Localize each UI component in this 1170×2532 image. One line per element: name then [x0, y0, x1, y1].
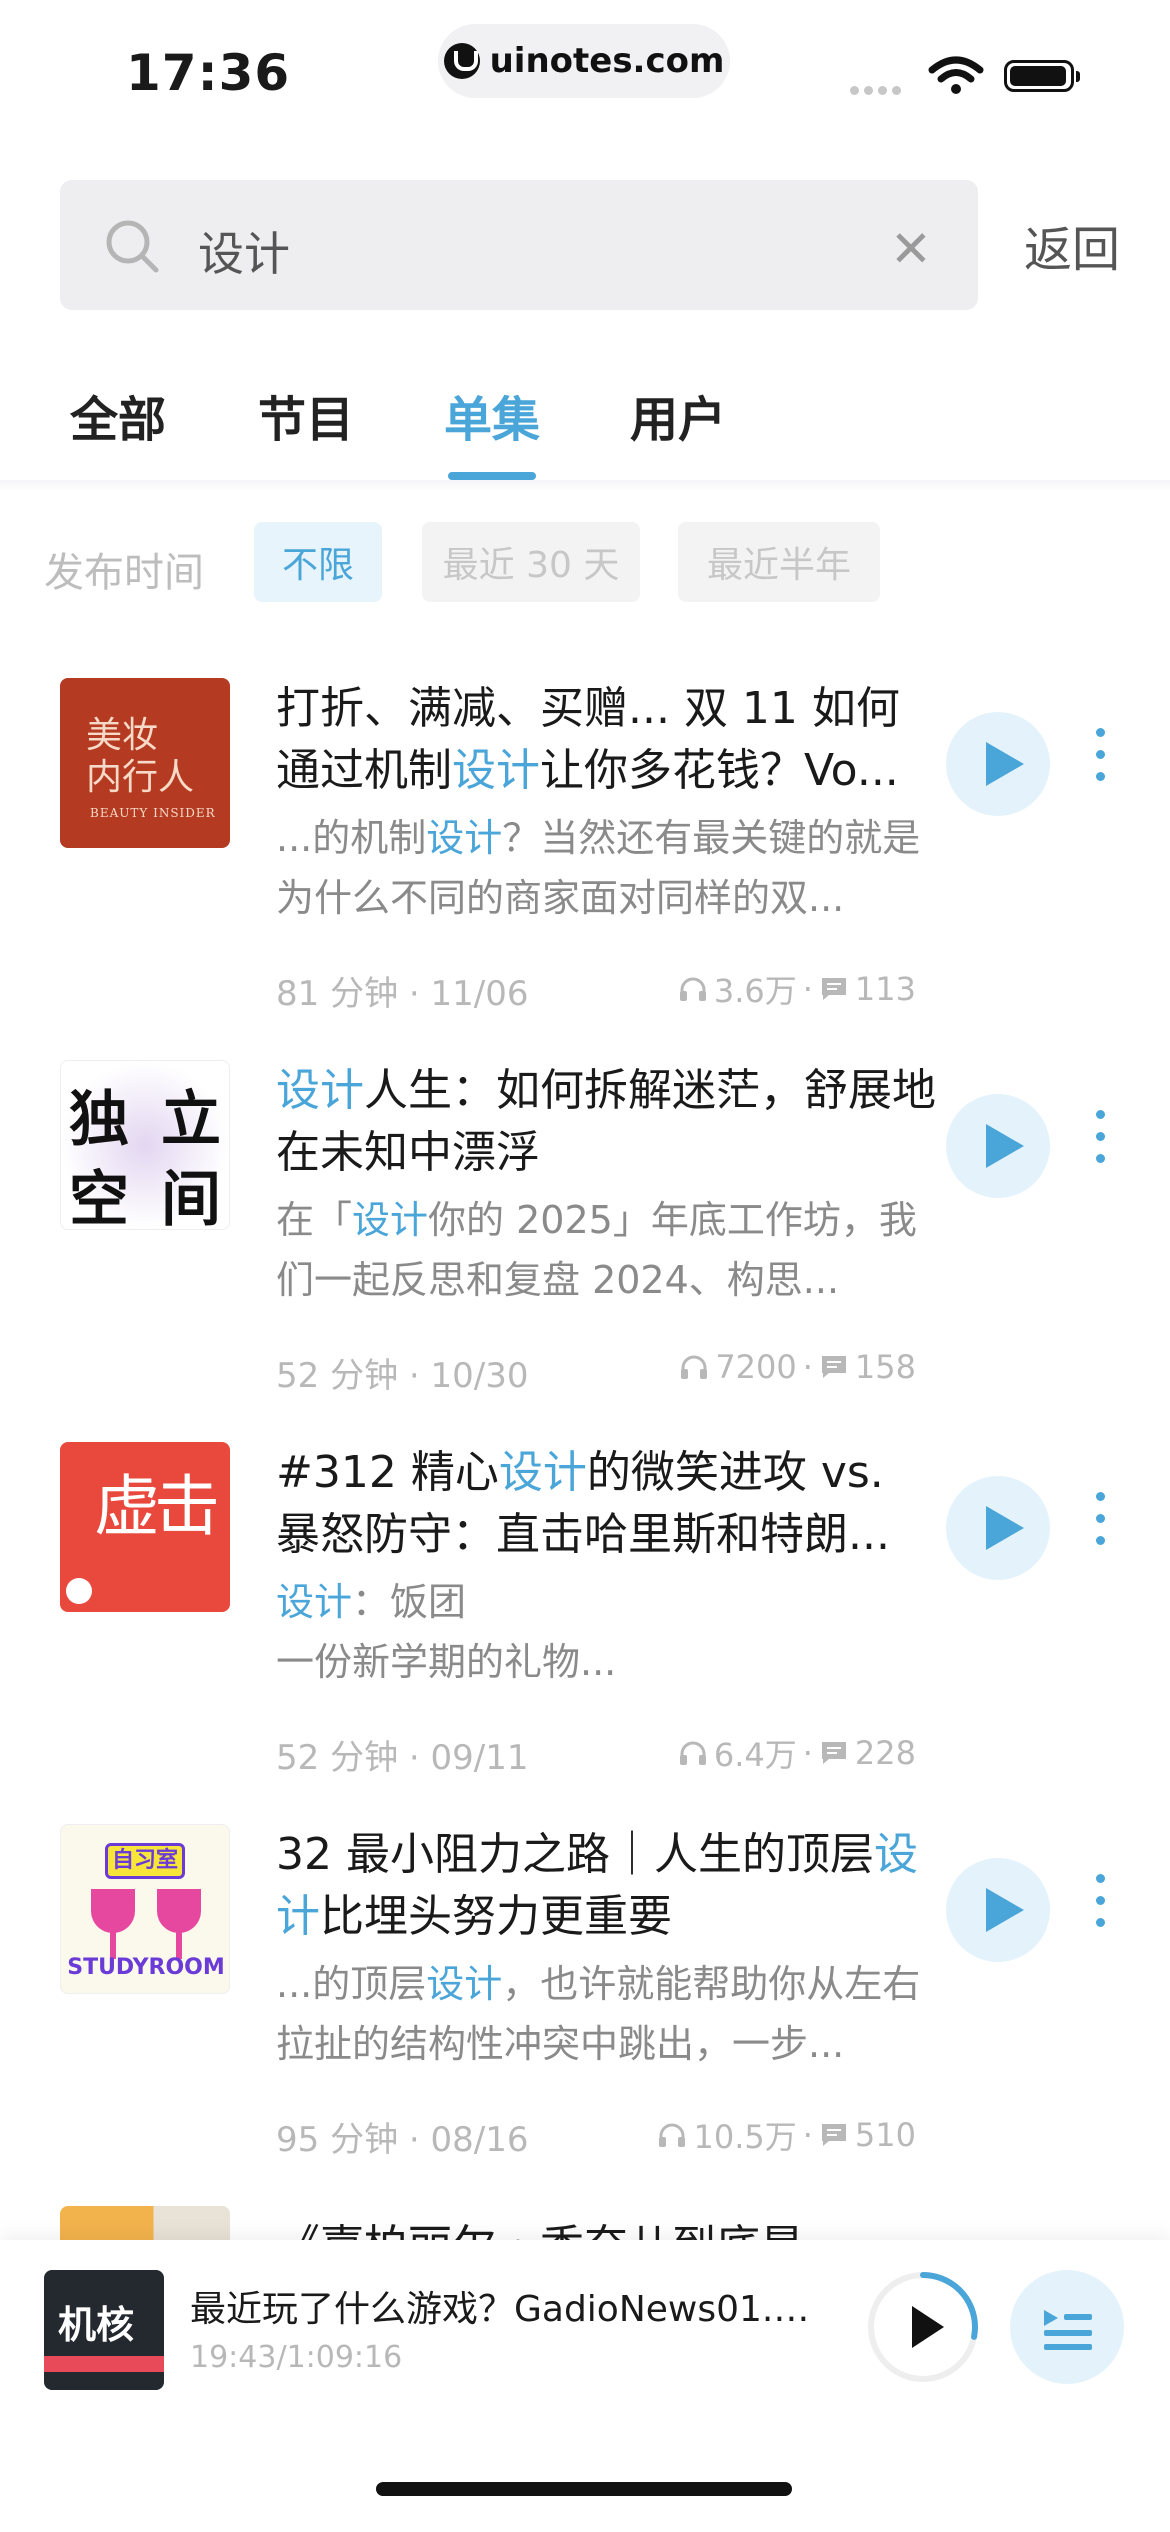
signal-icon [850, 86, 901, 95]
home-indicator [376, 2482, 792, 2496]
more-icon[interactable] [1090, 728, 1110, 808]
headphones-icon [659, 2123, 686, 2147]
episode-stats: 3.6万 · 113 [678, 966, 916, 1012]
playlist-button[interactable] [1010, 2270, 1124, 2384]
search-input[interactable]: 设计 [198, 218, 290, 284]
player-cover: 机核 [44, 2270, 164, 2390]
podcast-logo-icon [66, 1578, 92, 1604]
clear-icon[interactable]: ✕ [890, 220, 932, 278]
episode-meta: 95 分钟 · 08/16 [276, 2120, 529, 2160]
episode-title[interactable]: 打折、满减、买赠... 双 11 如何通过机制设计让你多花钱？Vo... [276, 678, 936, 802]
filter-chip-half-year[interactable]: 最近半年 [678, 522, 880, 602]
tab-episodes[interactable]: 单集 [444, 380, 540, 450]
site-logo-icon [443, 43, 480, 79]
episode-stats: 6.4万 · 228 [678, 1730, 916, 1776]
episode-meta: 81 分钟 · 11/06 [276, 974, 529, 1014]
episode-stats: 7200 · 158 [679, 1348, 916, 1386]
url-pill: uinotes.com [438, 24, 730, 98]
list-item[interactable]: 虚击 #312 精心设计的微笑进攻 vs. 暴怒防守：直击哈里斯和特朗... 设… [0, 1442, 1170, 1822]
tab-all[interactable]: 全部 [70, 380, 166, 450]
chair-icon [157, 1889, 201, 1933]
battery-icon [1004, 60, 1080, 92]
comment-icon [821, 978, 846, 1000]
comment-icon [821, 1742, 846, 1764]
episode-cover: 独 立 空 间 [60, 1060, 230, 1230]
play-button[interactable] [946, 1094, 1050, 1198]
filter-row: 发布时间 不限 最近 30 天 最近半年 [0, 522, 1170, 606]
episode-description: 在「设计你的 2025」年底工作坊，我们一起反思和复盘 2024、构思... [276, 1198, 917, 1302]
play-button[interactable] [946, 712, 1050, 816]
episode-description: 设计：饭团 一份新学期的礼物... [276, 1580, 617, 1684]
status-time: 17:36 [126, 44, 291, 102]
status-bar: 17:36 uinotes.com [0, 0, 1170, 140]
headphones-icon [679, 977, 706, 1001]
search-icon [106, 220, 159, 273]
headphones-icon [679, 1741, 706, 1765]
chair-icon [91, 1889, 135, 1933]
episode-cover: 美妆 内行人 BEAUTY INSIDER [60, 678, 230, 848]
player-time: 19:43/1:09:16 [190, 2340, 403, 2375]
divider [0, 480, 1170, 492]
episode-title[interactable]: 32 最小阻力之路｜人生的顶层设计比埋头努力更重要 [276, 1824, 936, 1948]
url-text: uinotes.com [489, 41, 725, 81]
cover-text: 虚击 [94, 1468, 220, 1545]
filter-label: 发布时间 [44, 550, 204, 596]
play-button[interactable] [946, 1858, 1050, 1962]
episode-stats: 10.5万 · 510 [657, 2112, 916, 2158]
episode-title[interactable]: #312 精心设计的微笑进攻 vs. 暴怒防守：直击哈里斯和特朗... [276, 1442, 936, 1566]
cover-text: 机核 [58, 2302, 135, 2347]
tab-users[interactable]: 用户 [630, 380, 726, 450]
search-bar[interactable]: 设计 ✕ [60, 180, 978, 310]
cover-text: STUDYROOM [67, 1955, 225, 1980]
comment-icon [821, 2124, 846, 2146]
cover-text: 自习室 [105, 1843, 185, 1879]
player-play-button[interactable] [866, 2270, 980, 2384]
episode-description: ...的机制设计？当然还有最关键的就是为什么不同的商家面对同样的双... [276, 816, 921, 920]
comment-icon [821, 1356, 846, 1378]
tab-active-indicator [448, 472, 536, 480]
episode-description: ...的顶层设计，也许就能帮助你从左右拉扯的结构性冲突中跳出，一步... [276, 1962, 921, 2066]
list-item[interactable]: 自习室 STUDYROOM 32 最小阻力之路｜人生的顶层设计比埋头努力更重要 … [0, 1824, 1170, 2204]
player-title[interactable]: 最近玩了什么游戏？GadioNews01.0... [190, 2280, 830, 2332]
episode-meta: 52 分钟 · 10/30 [276, 1356, 529, 1396]
cover-text: BEAUTY INSIDER [90, 806, 216, 820]
tab-bar: 全部 节目 单集 用户 [0, 380, 1170, 480]
wifi-icon [928, 56, 984, 94]
episode-cover: 自习室 STUDYROOM [60, 1824, 230, 1994]
more-icon[interactable] [1090, 1492, 1110, 1572]
filter-chip-any[interactable]: 不限 [254, 522, 382, 602]
headphones-icon [681, 1355, 708, 1379]
cover-text: 内行人 [86, 757, 195, 798]
list-item[interactable]: 美妆 内行人 BEAUTY INSIDER 打折、满减、买赠... 双 11 如… [0, 678, 1170, 1058]
playlist-icon [1044, 2310, 1092, 2350]
episode-cover: 虚击 [60, 1442, 230, 1612]
episode-meta: 52 分钟 · 09/11 [276, 1738, 529, 1778]
highlight-keyword: 设计 [276, 1065, 364, 1116]
list-item[interactable]: 独 立 空 间 设计人生：如何拆解迷茫，舒展地在未知中漂浮 在「设计你的 202… [0, 1060, 1170, 1440]
highlight-keyword: 设计 [498, 1447, 587, 1498]
highlight-keyword: 设计 [452, 745, 540, 796]
more-icon[interactable] [1090, 1110, 1110, 1190]
tab-programs[interactable]: 节目 [258, 380, 354, 450]
play-button[interactable] [946, 1476, 1050, 1580]
back-button[interactable]: 返回 [1024, 210, 1120, 280]
episode-title[interactable]: 设计人生：如何拆解迷茫，舒展地在未知中漂浮 [276, 1060, 936, 1184]
filter-chip-30-days[interactable]: 最近 30 天 [422, 522, 640, 602]
more-icon[interactable] [1090, 1874, 1110, 1954]
